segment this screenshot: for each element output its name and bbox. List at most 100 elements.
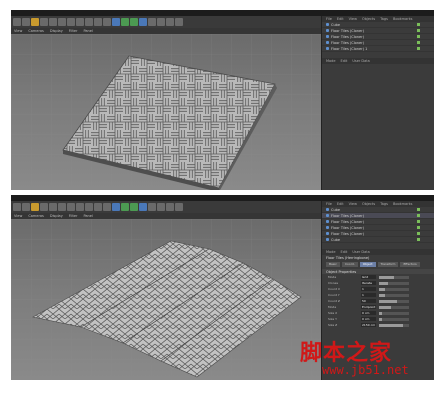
undo-icon[interactable]: [13, 203, 21, 211]
rotate-tool-icon[interactable]: [58, 18, 66, 26]
z-axis-icon[interactable]: [85, 203, 93, 211]
objects-menu-item[interactable]: View: [349, 202, 357, 206]
tab-object[interactable]: Object: [359, 261, 376, 267]
visibility-check-icon[interactable]: [417, 47, 420, 50]
attribute-value-field[interactable]: Grid: [361, 275, 376, 279]
attribute-value-field[interactable]: Endpoint: [361, 305, 376, 309]
attribute-rows: Mode Grid Clones Iterate Count X 1 Count Y 1 Cou…: [322, 274, 434, 328]
deformer-icon[interactable]: [148, 203, 156, 211]
select-tool-icon[interactable]: [31, 18, 39, 26]
attribute-slider[interactable]: [379, 311, 409, 315]
attribute-slider-fill: [379, 317, 382, 321]
visibility-check-icon[interactable]: [417, 208, 420, 211]
nurbs-icon[interactable]: [130, 18, 138, 26]
floor-icon[interactable]: [157, 203, 165, 211]
attribute-slider[interactable]: [379, 287, 409, 291]
attribute-value-field[interactable]: 0 cm: [361, 311, 376, 315]
attribute-slider[interactable]: [379, 281, 409, 285]
spline-icon[interactable]: [121, 203, 129, 211]
z-axis-icon[interactable]: [85, 18, 93, 26]
object-row[interactable]: Floor Tiles (Cloner) 1: [322, 46, 434, 52]
attribute-value-field[interactable]: 1: [361, 293, 376, 297]
redo-icon[interactable]: [22, 203, 30, 211]
attribute-slider[interactable]: [379, 317, 409, 321]
attribute-slider[interactable]: [379, 275, 409, 279]
tab-basic[interactable]: Basic: [326, 261, 340, 267]
undo-icon[interactable]: [13, 18, 21, 26]
attribute-value-field[interactable]: Iterate: [361, 281, 376, 285]
camera-icon[interactable]: [166, 203, 174, 211]
y-axis-icon[interactable]: [76, 203, 84, 211]
3d-viewport-top[interactable]: [11, 34, 321, 190]
y-axis-icon[interactable]: [76, 18, 84, 26]
camera-icon[interactable]: [166, 18, 174, 26]
attributes-menu-item[interactable]: Mode: [326, 59, 336, 63]
attributes-menu-item[interactable]: Mode: [326, 250, 336, 254]
3d-viewport-bottom[interactable]: [11, 219, 321, 380]
objects-menu-item[interactable]: Tags: [380, 17, 388, 21]
move-tool-icon[interactable]: [40, 203, 48, 211]
objects-menu-item[interactable]: View: [349, 17, 357, 21]
attribute-value-field[interactable]: 0 cm: [361, 317, 376, 321]
visibility-check-icon[interactable]: [417, 238, 420, 241]
render-view-icon[interactable]: [94, 18, 102, 26]
floor-icon[interactable]: [157, 18, 165, 26]
attribute-value-field[interactable]: 1: [361, 287, 376, 291]
render-settings-icon[interactable]: [103, 203, 111, 211]
tab-effectors[interactable]: Effectors: [400, 261, 420, 267]
cube-primitive-icon[interactable]: [112, 18, 120, 26]
render-view-icon[interactable]: [94, 203, 102, 211]
objects-menu-item[interactable]: Objects: [362, 202, 375, 206]
nurbs-icon[interactable]: [130, 203, 138, 211]
objects-menu-item[interactable]: Objects: [362, 17, 375, 21]
light-icon[interactable]: [175, 18, 183, 26]
redo-icon[interactable]: [22, 18, 30, 26]
attribute-slider[interactable]: [379, 299, 409, 303]
attributes-menu-item[interactable]: User Data: [352, 250, 369, 254]
cloner-icon[interactable]: [139, 203, 147, 211]
objects-menu-item[interactable]: Bookmarks: [393, 202, 413, 206]
visibility-check-icon[interactable]: [417, 220, 420, 223]
objects-menu-item[interactable]: Bookmarks: [393, 17, 413, 21]
attribute-slider[interactable]: [379, 293, 409, 297]
visibility-check-icon[interactable]: [417, 35, 420, 38]
tab-coord[interactable]: Coord.: [341, 261, 358, 267]
attribute-slider[interactable]: [379, 323, 409, 327]
render-settings-icon[interactable]: [103, 18, 111, 26]
visibility-check-icon[interactable]: [417, 232, 420, 235]
objects-menu-item[interactable]: File: [326, 17, 332, 21]
visibility-check-icon[interactable]: [417, 214, 420, 217]
select-tool-icon[interactable]: [31, 203, 39, 211]
light-icon[interactable]: [175, 203, 183, 211]
cloner-icon[interactable]: [139, 18, 147, 26]
scale-tool-icon[interactable]: [49, 203, 57, 211]
object-row[interactable]: Cube: [322, 237, 434, 243]
rotate-tool-icon[interactable]: [58, 203, 66, 211]
deformer-icon[interactable]: [148, 18, 156, 26]
x-axis-icon[interactable]: [67, 18, 75, 26]
objects-menu-item[interactable]: Edit: [337, 17, 344, 21]
objects-menu-item[interactable]: Tags: [380, 202, 388, 206]
spline-icon[interactable]: [121, 18, 129, 26]
attributes-menu-item[interactable]: Edit: [341, 250, 348, 254]
cube-icon: [326, 238, 329, 241]
cube-primitive-icon[interactable]: [112, 203, 120, 211]
x-axis-icon[interactable]: [67, 203, 75, 211]
attributes-menu-item[interactable]: Edit: [341, 59, 348, 63]
attribute-slider-fill: [379, 293, 385, 297]
attribute-label: Mode: [328, 305, 337, 309]
visibility-check-icon[interactable]: [417, 226, 420, 229]
objects-menu-item[interactable]: File: [326, 202, 332, 206]
attributes-menu-item[interactable]: User Data: [352, 59, 369, 63]
objects-menu-item[interactable]: Edit: [337, 202, 344, 206]
watermark-url: www.jb51.net: [322, 363, 409, 377]
attribute-value-field[interactable]: 50: [361, 299, 376, 303]
visibility-check-icon[interactable]: [417, 29, 420, 32]
visibility-check-icon[interactable]: [417, 23, 420, 26]
scale-tool-icon[interactable]: [49, 18, 57, 26]
visibility-check-icon[interactable]: [417, 41, 420, 44]
attribute-value-field[interactable]: 2150 cm: [361, 323, 376, 327]
move-tool-icon[interactable]: [40, 18, 48, 26]
tab-transform[interactable]: Transform: [377, 261, 399, 267]
attribute-slider[interactable]: [379, 305, 409, 309]
